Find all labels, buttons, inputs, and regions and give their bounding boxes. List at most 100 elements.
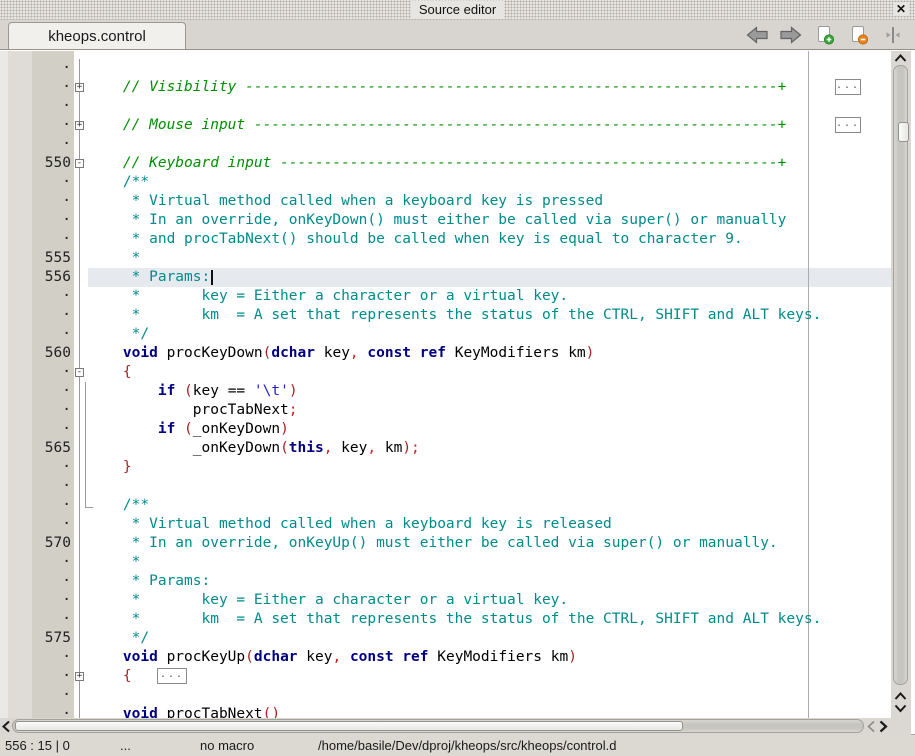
code-text[interactable]: * key = Either a character or a virtual …	[88, 591, 568, 610]
scroll-left2-icon[interactable]	[866, 719, 876, 734]
code-row[interactable]: ·	[0, 97, 891, 116]
code-token[interactable]: km	[376, 440, 402, 456]
code-text[interactable]: *	[88, 553, 140, 572]
code-text[interactable]: // Visibility --------------------------…	[88, 78, 786, 97]
code-row[interactable]: · * km = A set that represents the statu…	[0, 610, 891, 629]
horizontal-scrollbar[interactable]	[0, 718, 891, 735]
code-editor[interactable]: ··+ // Visibility ----------------------…	[0, 49, 915, 734]
close-icon[interactable]: ✕	[893, 2, 909, 16]
code-token[interactable]: _onKeyDown	[88, 440, 280, 456]
code-token[interactable]: * Params:	[88, 269, 210, 285]
code-text[interactable]: */	[88, 629, 149, 648]
code-row[interactable]: · * key = Either a character or a virtua…	[0, 287, 891, 306]
code-row[interactable]: 556 * Params:	[0, 268, 891, 287]
code-text[interactable]: {	[88, 363, 132, 382]
code-row[interactable]: ·+ // Mouse input ----------------------…	[0, 116, 891, 135]
code-row[interactable]: ·+ // Visibility -----------------------…	[0, 78, 891, 97]
code-row[interactable]: ·+ {...	[0, 667, 891, 686]
remove-document-button[interactable]	[847, 24, 871, 46]
code-token[interactable]: key	[298, 649, 333, 665]
code-token[interactable]: )	[289, 383, 298, 399]
code-row[interactable]: · *	[0, 553, 891, 572]
code-token[interactable]: * In an override, onKeyDown() must eithe…	[88, 212, 786, 228]
code-token[interactable]	[88, 364, 123, 380]
back-button[interactable]	[745, 24, 769, 46]
code-token[interactable]: * Params:	[88, 573, 210, 589]
folded-code-ellipsis[interactable]: ...	[835, 79, 861, 95]
code-text[interactable]: * Params:	[88, 268, 210, 287]
tab-kheops-control[interactable]: kheops.control	[8, 22, 186, 49]
split-view-button[interactable]	[881, 24, 905, 46]
code-row[interactable]: · * key = Either a character or a virtua…	[0, 591, 891, 610]
code-token[interactable]: const	[350, 649, 394, 665]
code-token[interactable]	[88, 421, 158, 437]
code-text[interactable]: {	[88, 667, 132, 686]
code-token[interactable]	[88, 383, 158, 399]
fold-toggle[interactable]: +	[75, 672, 84, 681]
code-token[interactable]: )	[402, 440, 411, 456]
code-token[interactable]: _onKeyDown	[193, 421, 280, 437]
code-token[interactable]	[88, 649, 123, 665]
code-text[interactable]: // Mouse input -------------------------…	[88, 116, 786, 135]
code-token[interactable]: procTabNext	[88, 402, 289, 418]
code-row[interactable]: 560 void procKeyDown(dchar key, const re…	[0, 344, 891, 363]
code-row[interactable]: · if (key == '\t')	[0, 382, 891, 401]
code-row[interactable]: 565 _onKeyDown(this, key, km);	[0, 439, 891, 458]
code-token[interactable]: ,	[367, 440, 376, 456]
code-token[interactable]: dchar	[271, 345, 315, 361]
code-token[interactable]: * key = Either a character or a virtual …	[88, 288, 568, 304]
code-token[interactable]	[88, 459, 123, 475]
code-row[interactable]: · }	[0, 458, 891, 477]
title-bar[interactable]: Source editor ✕	[0, 0, 915, 20]
code-token[interactable]: (	[184, 383, 193, 399]
code-text[interactable]: * key = Either a character or a virtual …	[88, 287, 568, 306]
code-row[interactable]: · */	[0, 325, 891, 344]
code-row[interactable]: · procTabNext;	[0, 401, 891, 420]
code-token[interactable]: * Virtual method called when a keyboard …	[88, 516, 612, 532]
scroll-up-icon[interactable]	[893, 53, 908, 63]
code-token[interactable]	[175, 383, 184, 399]
code-token[interactable]: * key = Either a character or a virtual …	[88, 592, 568, 608]
code-token[interactable]: * km = A set that represents the status …	[88, 611, 821, 627]
code-token[interactable]: '\t'	[254, 383, 289, 399]
code-text[interactable]: _onKeyDown(this, key, km);	[88, 439, 420, 458]
code-row[interactable]: · * and procTabNext() should be called w…	[0, 230, 891, 249]
code-token[interactable]: (	[184, 421, 193, 437]
code-text[interactable]: * and procTabNext() should be called whe…	[88, 230, 743, 249]
code-token[interactable]	[411, 345, 420, 361]
forward-button[interactable]	[779, 24, 803, 46]
code-text[interactable]: void procKeyUp(dchar key, const ref KeyM…	[88, 648, 577, 667]
code-token[interactable]: * and procTabNext() should be called whe…	[88, 231, 743, 247]
code-row[interactable]: · * Virtual method called when a keyboar…	[0, 192, 891, 211]
code-token[interactable]: key	[332, 440, 367, 456]
folded-code-ellipsis[interactable]: ...	[835, 117, 861, 133]
code-token[interactable]: (	[245, 649, 254, 665]
code-row[interactable]: · * Virtual method called when a keyboar…	[0, 515, 891, 534]
code-token[interactable]: )	[586, 345, 595, 361]
code-text[interactable]: * In an override, onKeyDown() must eithe…	[88, 211, 786, 230]
fold-toggle[interactable]: -	[75, 159, 84, 168]
code-token[interactable]: {	[123, 364, 132, 380]
code-row[interactable]: · * Params:	[0, 572, 891, 591]
code-token[interactable]: ==	[228, 383, 254, 399]
code-token[interactable]: key	[315, 345, 350, 361]
code-token[interactable]: procTabNext	[158, 706, 263, 718]
code-text[interactable]: if (_onKeyDown)	[88, 420, 289, 439]
code-token[interactable]: KeyModifiers km	[446, 345, 586, 361]
code-text[interactable]: void procTabNext()	[88, 705, 280, 718]
code-token[interactable]: (	[280, 440, 289, 456]
horizontal-scroll-thumb[interactable]	[15, 721, 683, 731]
code-row[interactable]: 550- // Keyboard input -----------------…	[0, 154, 891, 173]
code-token[interactable]: ()	[263, 706, 280, 718]
code-token[interactable]: * Virtual method called when a keyboard …	[88, 193, 603, 209]
code-rows[interactable]: ··+ // Visibility ----------------------…	[0, 59, 891, 718]
code-row[interactable]: ·	[0, 59, 891, 78]
code-text[interactable]: /**	[88, 496, 149, 515]
code-text[interactable]: */	[88, 325, 149, 344]
code-row[interactable]: 555 *	[0, 249, 891, 268]
code-token[interactable]	[88, 345, 123, 361]
code-token[interactable]: /**	[88, 497, 149, 513]
code-text[interactable]: * In an override, onKeyUp() must either …	[88, 534, 778, 553]
code-token[interactable]: )	[280, 421, 289, 437]
code-token[interactable]: this	[289, 440, 324, 456]
